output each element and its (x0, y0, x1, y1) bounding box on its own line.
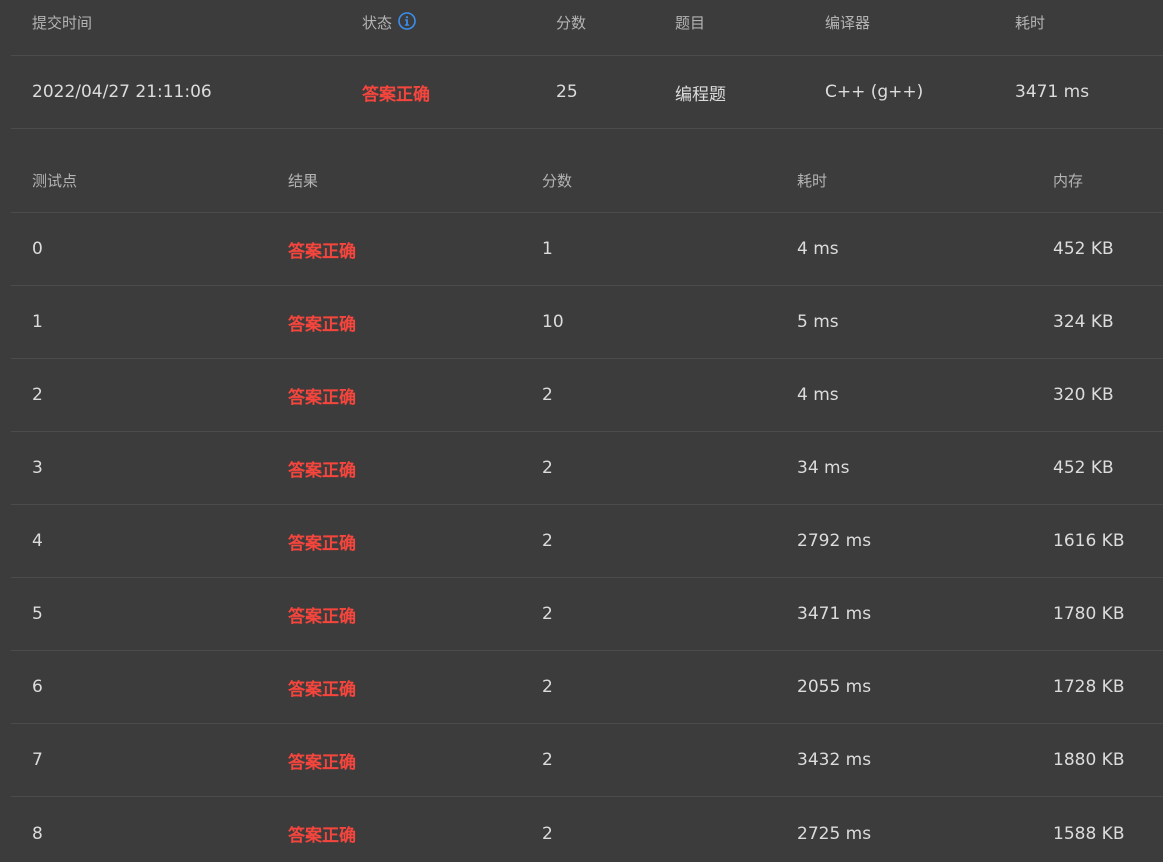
header-status-label: 状态 (362, 14, 393, 32)
test-case-id: 3 (32, 458, 43, 478)
table-row: 8 答案正确 2 2725 ms 1588 KB (11, 797, 1163, 862)
header-case-time: 耗时 (797, 172, 828, 190)
test-result-badge: 答案正确 (288, 460, 356, 481)
header-result: 结果 (288, 172, 319, 190)
test-time: 4 ms (797, 385, 839, 405)
table-row: 7 答案正确 2 3432 ms 1880 KB (11, 724, 1163, 797)
test-time: 4 ms (797, 239, 839, 259)
test-memory: 1616 KB (1053, 531, 1125, 551)
test-case-table: 测试点 结果 分数 耗时 内存 0 答案正确 1 4 ms 452 KB 1 答案正确 10 5… (11, 129, 1163, 862)
test-time: 3432 ms (797, 750, 872, 770)
info-circle-icon[interactable] (398, 12, 416, 30)
table-row: 1 答案正确 10 5 ms 324 KB (11, 286, 1163, 359)
test-result-badge: 答案正确 (288, 387, 356, 408)
test-result-badge: 答案正确 (288, 752, 356, 773)
test-score: 2 (542, 823, 553, 844)
header-problem: 题目 (675, 14, 706, 32)
header-submit-time: 提交时间 (32, 14, 93, 32)
test-case-id: 1 (32, 312, 43, 332)
test-case-id: 6 (32, 677, 43, 697)
test-header-row: 测试点 结果 分数 耗时 内存 (11, 129, 1163, 213)
test-case-id: 0 (32, 239, 43, 259)
test-result-badge: 答案正确 (288, 606, 356, 627)
test-time: 3471 ms (797, 604, 872, 624)
summary-status-badge: 答案正确 (362, 84, 430, 105)
test-time: 2055 ms (797, 677, 872, 697)
table-row: 6 答案正确 2 2055 ms 1728 KB (11, 651, 1163, 724)
test-time: 2725 ms (797, 823, 872, 844)
test-memory: 452 KB (1053, 458, 1114, 478)
table-row: 5 答案正确 2 3471 ms 1780 KB (11, 578, 1163, 651)
test-memory: 324 KB (1053, 312, 1114, 332)
submission-detail: 提交时间 状态 分数 题目 编译器 耗时 2022/04/27 21:11:06… (0, 0, 1163, 862)
table-row: 0 答案正确 1 4 ms 452 KB (11, 213, 1163, 286)
test-memory: 452 KB (1053, 239, 1114, 259)
test-memory: 1780 KB (1053, 604, 1125, 624)
header-case-score: 分数 (542, 172, 573, 190)
header-compiler: 编译器 (825, 14, 871, 32)
test-result-badge: 答案正确 (288, 314, 356, 335)
test-case-id: 2 (32, 385, 43, 405)
table-row: 2 答案正确 2 4 ms 320 KB (11, 359, 1163, 432)
test-score: 2 (542, 531, 553, 551)
summary-score: 25 (556, 82, 578, 102)
test-result-badge: 答案正确 (288, 679, 356, 700)
test-result-badge: 答案正确 (288, 533, 356, 554)
summary-row: 2022/04/27 21:11:06 答案正确 25 编程题 C++ (g++… (11, 56, 1163, 129)
summary-submit-time: 2022/04/27 21:11:06 (32, 82, 212, 102)
test-time: 2792 ms (797, 531, 872, 551)
test-memory: 1728 KB (1053, 677, 1125, 697)
test-result-badge: 答案正确 (288, 826, 356, 846)
test-case-id: 5 (32, 604, 43, 624)
test-time: 5 ms (797, 312, 839, 332)
table-row: 4 答案正确 2 2792 ms 1616 KB (11, 505, 1163, 578)
test-time: 34 ms (797, 458, 850, 478)
header-time: 耗时 (1015, 14, 1046, 32)
test-memory: 1880 KB (1053, 750, 1125, 770)
header-status: 状态 (362, 0, 416, 55)
test-memory: 1588 KB (1053, 823, 1125, 844)
submission-summary-table: 提交时间 状态 分数 题目 编译器 耗时 2022/04/27 21:11:06… (11, 0, 1163, 129)
test-case-id: 8 (32, 823, 43, 844)
test-score: 10 (542, 312, 564, 332)
summary-time: 3471 ms (1015, 82, 1090, 102)
test-case-id: 4 (32, 531, 43, 551)
summary-problem-link[interactable]: 编程题 (675, 56, 726, 128)
test-score: 2 (542, 677, 553, 697)
test-rows: 0 答案正确 1 4 ms 452 KB 1 答案正确 10 5 ms 324 KB 2 答案正确 2 4… (11, 213, 1163, 862)
summary-compiler: C++ (g++) (825, 82, 924, 102)
test-result-badge: 答案正确 (288, 241, 356, 262)
test-score: 2 (542, 750, 553, 770)
test-memory: 320 KB (1053, 385, 1114, 405)
table-row: 3 答案正确 2 34 ms 452 KB (11, 432, 1163, 505)
test-score: 2 (542, 458, 553, 478)
test-score: 2 (542, 604, 553, 624)
test-score: 1 (542, 239, 553, 259)
test-case-id: 7 (32, 750, 43, 770)
test-score: 2 (542, 385, 553, 405)
header-memory: 内存 (1053, 172, 1084, 190)
summary-header-row: 提交时间 状态 分数 题目 编译器 耗时 (11, 0, 1163, 56)
header-case: 测试点 (32, 172, 78, 190)
header-score: 分数 (556, 14, 587, 32)
